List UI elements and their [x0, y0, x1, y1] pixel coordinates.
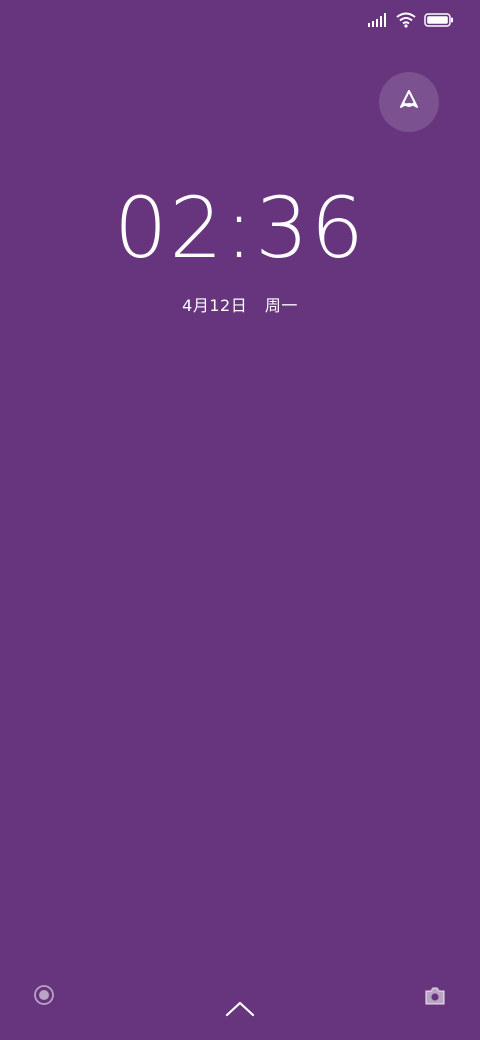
status-bar — [368, 0, 454, 40]
lockscreen-clock: 02:36 — [113, 179, 367, 277]
camera-button[interactable] — [423, 984, 447, 1008]
assistant-button[interactable] — [379, 72, 439, 132]
chevron-up-icon — [224, 1001, 256, 1024]
assistant-icon — [398, 89, 420, 115]
battery-icon — [424, 13, 454, 27]
lockscreen-date-row: 4月12日 周一 — [0, 292, 480, 316]
swipe-up-handle[interactable] — [224, 998, 256, 1020]
signal-icon — [368, 13, 388, 27]
record-icon — [32, 985, 56, 1011]
lockscreen-date: 4月12日 — [182, 296, 248, 315]
camera-icon — [423, 987, 447, 1012]
record-button[interactable] — [32, 983, 56, 1007]
lockscreen-weekday: 周一 — [264, 296, 298, 315]
wifi-icon — [396, 12, 416, 28]
